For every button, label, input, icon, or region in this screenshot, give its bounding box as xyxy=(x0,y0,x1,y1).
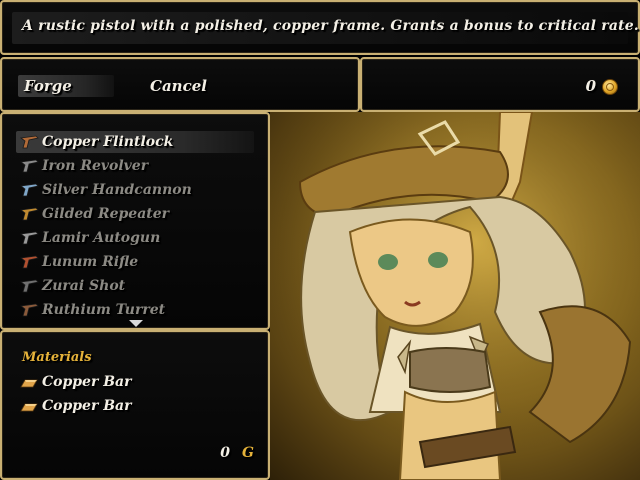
material-item: Copper Bar xyxy=(18,396,238,418)
scroll-down-arrow-icon[interactable] xyxy=(129,320,143,327)
cancel-button[interactable]: Cancel xyxy=(150,77,207,95)
weapon-name: Gilded Repeater xyxy=(42,206,170,222)
weapon-list-window: Copper Flintlock Iron Revolver Silver Hand… xyxy=(0,112,270,330)
ingot-icon xyxy=(20,379,38,388)
weapon-name: Iron Revolver xyxy=(42,158,149,174)
weapon-list-item[interactable]: Copper Flintlock xyxy=(18,131,258,155)
weapon-name: Lamir Autogun xyxy=(42,230,161,246)
repeater-icon xyxy=(20,207,39,221)
rifle-icon xyxy=(20,255,39,269)
gold-window: 0 xyxy=(360,57,640,112)
weapon-name: Silver Handcannon xyxy=(42,182,192,198)
gold-amount: 0 xyxy=(585,77,596,95)
shot-icon xyxy=(20,279,39,293)
currency-label: G xyxy=(242,445,254,461)
forge-button[interactable]: Forge xyxy=(24,77,72,95)
ingot-icon xyxy=(20,403,38,412)
help-window: A rustic pistol with a polished, copper … xyxy=(0,0,640,55)
material-name: Copper Bar xyxy=(42,398,132,414)
materials-title: Materials xyxy=(22,350,92,365)
handcannon-icon xyxy=(20,183,39,197)
character-portrait xyxy=(270,112,640,480)
pistol-icon xyxy=(20,135,39,149)
materials-window: Materials Copper Bar Copper Bar 0 G xyxy=(0,330,270,480)
autogun-icon xyxy=(20,231,39,245)
command-window: Forge Cancel xyxy=(0,57,360,112)
weapon-list-item[interactable]: Lamir Autogun xyxy=(18,227,258,251)
material-name: Copper Bar xyxy=(42,374,132,390)
weapon-list-item[interactable]: Lunum Rifle xyxy=(18,251,258,275)
coin-icon xyxy=(602,79,618,95)
weapon-list-item[interactable]: Zurai Shot xyxy=(18,275,258,299)
portrait-art xyxy=(270,112,640,480)
item-description: A rustic pistol with a polished, copper … xyxy=(22,18,639,34)
material-item: Copper Bar xyxy=(18,372,238,394)
weapon-list-item[interactable]: Silver Handcannon xyxy=(18,179,258,203)
cost-amount: 0 xyxy=(220,445,230,461)
weapon-name: Ruthium Turret xyxy=(42,302,166,318)
weapon-name: Zurai Shot xyxy=(42,278,126,294)
weapon-name: Copper Flintlock xyxy=(42,134,174,150)
revolver-icon xyxy=(20,159,39,173)
weapon-name: Lunum Rifle xyxy=(42,254,139,270)
weapon-list-item[interactable]: Gilded Repeater xyxy=(18,203,258,227)
turret-icon xyxy=(20,303,39,317)
weapon-list-item[interactable]: Iron Revolver xyxy=(18,155,258,179)
